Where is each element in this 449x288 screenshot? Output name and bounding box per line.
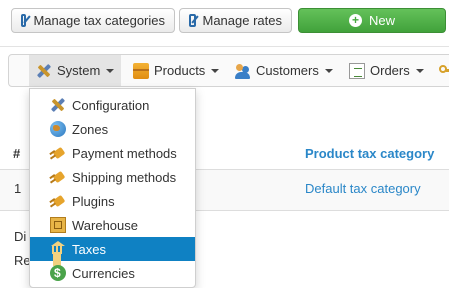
partial-text: Di — [14, 229, 27, 244]
warehouse-icon — [50, 217, 66, 233]
dropdown-item-warehouse[interactable]: Warehouse — [30, 213, 195, 237]
globe-icon — [50, 121, 66, 137]
menu-customers[interactable]: Customers — [228, 55, 340, 86]
plug-icon — [50, 145, 66, 161]
dropdown-item-shipping-methods[interactable]: Shipping methods — [30, 165, 195, 189]
users-icon — [235, 63, 251, 79]
menu-system-label: System — [57, 63, 101, 78]
box-icon — [133, 62, 149, 79]
dropdown-item-taxes[interactable]: Taxes — [30, 237, 195, 261]
manage-tax-categories-label: Manage tax categories — [33, 13, 165, 28]
coin-icon — [50, 265, 66, 281]
caret-down-icon — [106, 68, 115, 73]
manage-rates-label: Manage rates — [202, 13, 283, 28]
menu-orders-label: Orders — [370, 63, 410, 78]
dropdown-item-label: Currencies — [72, 265, 135, 281]
edit-icon — [21, 14, 27, 27]
dropdown-item-label: Taxes — [72, 241, 106, 257]
tools-icon — [36, 63, 52, 79]
manage-rates-button[interactable]: Manage rates — [179, 8, 292, 33]
caret-down-icon — [211, 68, 220, 73]
dropdown-item-payment-methods[interactable]: Payment methods — [30, 141, 195, 165]
edit-icon — [189, 14, 196, 27]
menu-products-label: Products — [154, 63, 206, 78]
row-number: 1 — [14, 181, 22, 196]
menu-orders[interactable]: Orders — [342, 55, 431, 86]
dropdown-item-label: Shipping methods — [72, 169, 177, 185]
divider — [0, 46, 449, 47]
column-header-number: # — [13, 146, 21, 161]
dropdown-item-plugins[interactable]: Plugins — [30, 189, 195, 213]
plus-icon: + — [348, 14, 362, 27]
dropdown-item-label: Configuration — [72, 97, 150, 113]
dropdown-item-zones[interactable]: Zones — [30, 117, 195, 141]
caret-down-icon — [415, 68, 424, 73]
main-menu-bar: System Products Customers Orders — [8, 54, 449, 87]
tools-icon — [50, 97, 66, 113]
bank-icon — [50, 241, 66, 257]
plug-icon — [50, 169, 66, 185]
caret-down-icon — [324, 68, 333, 73]
dropdown-item-label: Plugins — [72, 193, 115, 209]
manage-tax-categories-button[interactable]: Manage tax categories — [11, 8, 175, 33]
dropdown-item-label: Zones — [72, 121, 109, 137]
dropdown-item-currencies[interactable]: Currencies — [30, 261, 195, 285]
dropdown-item-configuration[interactable]: Configuration — [30, 93, 195, 117]
menu-more[interactable] — [431, 55, 449, 86]
new-button[interactable]: + New — [298, 8, 446, 33]
dropdown-item-label: Payment methods — [72, 145, 177, 161]
menu-system[interactable]: System — [29, 55, 122, 86]
column-header-product-tax-category[interactable]: Product tax category — [305, 146, 434, 161]
plug-icon — [50, 193, 66, 209]
system-dropdown-menu: Configuration Zones Payment methods Ship… — [29, 88, 196, 288]
new-label: New — [368, 13, 395, 28]
tax-category-link[interactable]: Default tax category — [305, 181, 421, 196]
key-icon — [438, 63, 449, 79]
orders-icon — [349, 62, 365, 79]
top-toolbar: Manage tax categories Manage rates + New — [0, 0, 449, 42]
dropdown-item-label: Warehouse — [72, 217, 138, 233]
menu-products[interactable]: Products — [126, 55, 226, 86]
menu-customers-label: Customers — [256, 63, 319, 78]
